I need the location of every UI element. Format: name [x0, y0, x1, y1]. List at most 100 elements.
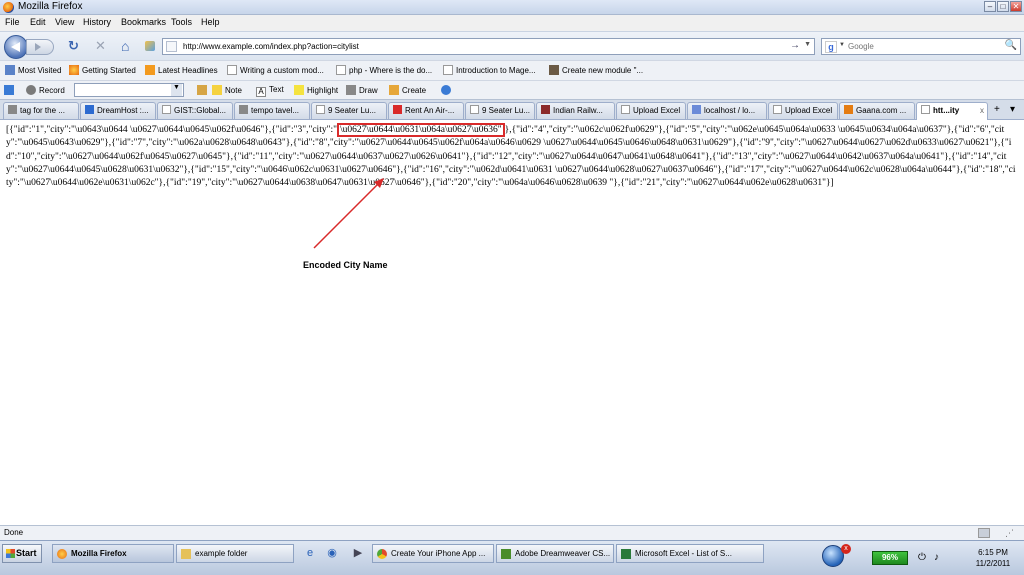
- firefox-icon: [57, 549, 67, 559]
- chrome-icon: [377, 549, 387, 559]
- reload-icon[interactable]: ↻: [68, 39, 79, 53]
- menu-file[interactable]: File: [5, 17, 20, 27]
- toolbar-folder-icon[interactable]: [197, 85, 210, 95]
- bookmark-php-where[interactable]: php - Where is the do...: [336, 65, 432, 77]
- text-icon: A: [256, 87, 266, 97]
- clock-date: 11/2/2011: [975, 559, 1011, 568]
- go-arrow-icon[interactable]: →: [790, 40, 800, 51]
- highlighter-icon: [294, 85, 304, 95]
- most-visited-icon: [5, 65, 15, 75]
- bookmark-getting-started[interactable]: Getting Started: [69, 65, 136, 77]
- addon-icon[interactable]: [145, 41, 155, 51]
- resize-grip-icon[interactable]: ⋰: [1005, 528, 1014, 539]
- power-plug-icon[interactable]: ⏻: [918, 552, 926, 563]
- battery-indicator[interactable]: 96%: [872, 551, 908, 565]
- menu-view[interactable]: View: [55, 17, 74, 27]
- rss-feed-icon: [145, 65, 155, 75]
- tab-3[interactable]: GIST::Global...: [157, 102, 233, 119]
- page-icon: [227, 65, 237, 75]
- draw-button[interactable]: Draw: [346, 85, 378, 95]
- tab-favicon-icon: [239, 105, 248, 114]
- tab-6[interactable]: Rent An Air-...: [388, 102, 464, 119]
- forward-button[interactable]: [26, 39, 54, 55]
- clock[interactable]: 6:15 PM 11/2/2011: [968, 547, 1018, 569]
- task-firefox[interactable]: Mozilla Firefox: [52, 544, 174, 563]
- tab-5[interactable]: 9 Seater Lu...: [311, 102, 387, 119]
- highlight-button[interactable]: Highlight: [294, 85, 338, 95]
- search-input[interactable]: [848, 40, 998, 53]
- menu-bookmarks[interactable]: Bookmarks: [121, 17, 166, 27]
- bookmark-latest-headlines[interactable]: Latest Headlines: [145, 65, 218, 77]
- home-icon[interactable]: ⌂: [121, 39, 129, 53]
- tab-favicon-icon: [8, 105, 17, 114]
- task-example-folder[interactable]: example folder: [176, 544, 294, 563]
- url-history-dropdown-icon[interactable]: ▼: [804, 41, 811, 48]
- tab-1[interactable]: tag for the ...: [3, 102, 79, 119]
- bookmark-create-new-module[interactable]: Create new module "...: [549, 65, 643, 77]
- title-bar: Mozilla Firefox – □ ✕: [0, 0, 1024, 15]
- tab-9[interactable]: Upload Excel: [616, 102, 686, 119]
- tab-favicon-icon: [921, 105, 930, 114]
- task-excel[interactable]: Microsoft Excel - List of S...: [616, 544, 764, 563]
- start-button[interactable]: Start: [2, 544, 42, 563]
- google-engine-icon[interactable]: g: [825, 41, 837, 53]
- bookmark-introduction-mage[interactable]: Introduction to Mage...: [443, 65, 536, 77]
- bookmark-writing-custom-mod[interactable]: Writing a custom mod...: [227, 65, 324, 77]
- record-select[interactable]: [74, 83, 184, 97]
- tab-4[interactable]: tempo tavel...: [234, 102, 310, 119]
- sync-icon[interactable]: [441, 85, 454, 95]
- note-icon: [212, 85, 222, 95]
- maximize-button[interactable]: □: [997, 1, 1009, 12]
- ie-icon[interactable]: e: [304, 547, 316, 559]
- close-tab-icon[interactable]: x: [980, 103, 984, 118]
- tab-favicon-icon: [541, 105, 550, 114]
- firefox-bookmark-icon: [69, 65, 79, 75]
- menu-help[interactable]: Help: [201, 17, 220, 27]
- search-bar[interactable]: g ▼ 🔍: [821, 38, 1021, 55]
- create-button[interactable]: Create: [389, 85, 426, 95]
- toolbar-logo-icon[interactable]: [4, 85, 17, 95]
- quicklaunch-arrow-icon[interactable]: ▶: [352, 547, 364, 559]
- taskbar: Start Mozilla Firefox example folder e ◉…: [0, 540, 1024, 575]
- tab-list-icon[interactable]: ▾: [1010, 104, 1015, 115]
- task-iphone-app[interactable]: Create Your iPhone App ...: [372, 544, 494, 563]
- tab-7[interactable]: 9 Seater Lu...: [465, 102, 535, 119]
- tab-favicon-icon: [316, 105, 325, 114]
- page-icon: [336, 65, 346, 75]
- address-bar[interactable]: → ▼: [162, 38, 815, 55]
- back-button[interactable]: [4, 35, 28, 59]
- tab-active[interactable]: htt...ity x: [916, 102, 988, 120]
- tab-2[interactable]: DreamHost :...: [80, 102, 156, 119]
- bookmark-most-visited[interactable]: Most Visited: [5, 65, 61, 77]
- search-icon[interactable]: 🔍: [1005, 40, 1017, 51]
- pencil-icon: [346, 85, 356, 95]
- note-button[interactable]: Note: [212, 85, 242, 95]
- tab-favicon-icon: [621, 105, 630, 114]
- tab-11[interactable]: Upload Excel: [768, 102, 838, 119]
- annotation-arrow-line: [313, 181, 381, 249]
- url-input[interactable]: [183, 40, 783, 53]
- firefox-logo-icon: [3, 2, 14, 13]
- record-button[interactable]: Record: [26, 85, 65, 95]
- stop-icon[interactable]: ✕: [95, 39, 106, 53]
- menu-history[interactable]: History: [83, 17, 111, 27]
- tab-favicon-icon: [393, 105, 402, 114]
- tab-8[interactable]: Indian Railw...: [536, 102, 615, 119]
- tab-12[interactable]: Gaana.com ...: [839, 102, 915, 119]
- close-window-button[interactable]: ✕: [1010, 1, 1022, 12]
- tab-10[interactable]: localhost / lo...: [687, 102, 767, 119]
- status-bar: Done ⋰: [0, 525, 1024, 540]
- menu-tools[interactable]: Tools: [171, 17, 192, 27]
- task-dreamweaver[interactable]: Adobe Dreamweaver CS...: [496, 544, 614, 563]
- new-tab-icon[interactable]: +: [994, 104, 1000, 115]
- search-engine-dropdown-icon[interactable]: ▼: [839, 42, 845, 48]
- menu-edit[interactable]: Edit: [30, 17, 46, 27]
- volume-icon[interactable]: ♪: [934, 552, 939, 563]
- antivirus-badge: x: [841, 544, 851, 554]
- minimize-button[interactable]: –: [984, 1, 996, 12]
- status-addon-icon[interactable]: [978, 528, 990, 538]
- media-player-icon[interactable]: ◉: [326, 547, 338, 559]
- bookmarks-toolbar: Most Visited Getting Started Latest Head…: [0, 60, 1024, 80]
- text-button[interactable]: A Text: [256, 85, 284, 97]
- tab-favicon-icon: [162, 105, 171, 114]
